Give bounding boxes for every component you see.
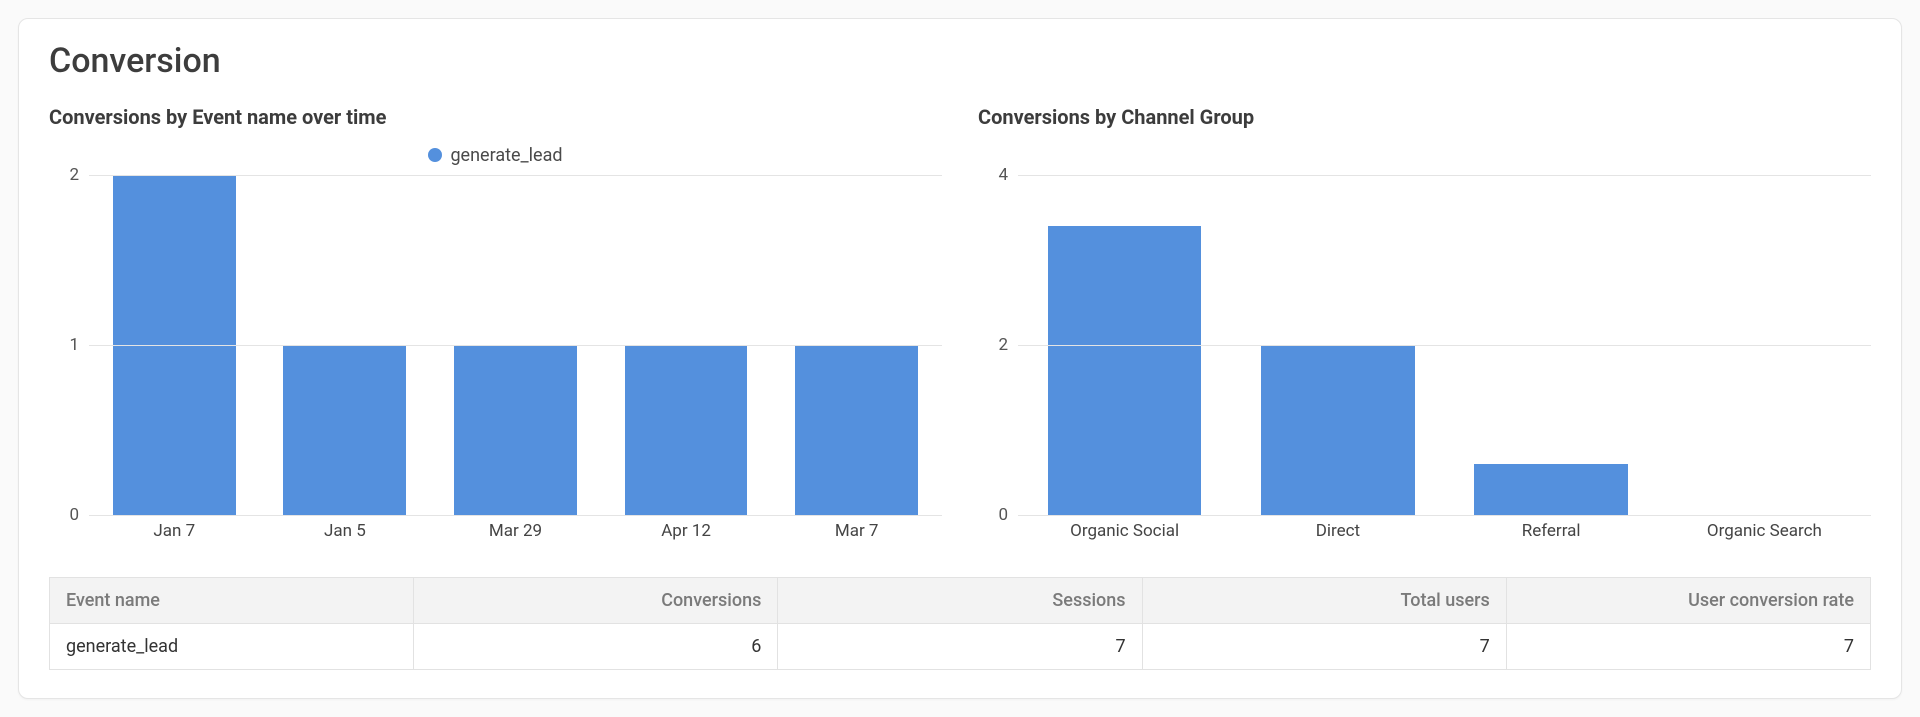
y-axis: 012 (49, 175, 89, 515)
bar (795, 345, 918, 515)
card-title: Conversion (49, 41, 1871, 81)
x-tick-label: Jan 5 (260, 521, 431, 541)
x-tick-label: Direct (1231, 521, 1444, 541)
y-tick-label: 1 (49, 335, 79, 355)
y-tick-label: 0 (49, 505, 79, 525)
cell-conversions: 6 (414, 624, 778, 670)
grid-line (1018, 515, 1871, 516)
chart-panel-channel-group: Conversions by Channel Group 024 Organic… (978, 105, 1871, 541)
chart-plot-area: 024 (978, 175, 1871, 515)
col-total-users: Total users (1142, 578, 1506, 624)
bar (283, 345, 406, 515)
col-sessions: Sessions (778, 578, 1142, 624)
bar (1048, 226, 1202, 515)
cell-user-conv-rate: 7 (1506, 624, 1870, 670)
x-axis: Jan 7Jan 5Mar 29Apr 12Mar 7 (89, 521, 942, 541)
cell-sessions: 7 (778, 624, 1142, 670)
y-tick-label: 2 (49, 165, 79, 185)
cell-total-users: 7 (1142, 624, 1506, 670)
table-row: generate_lead 6 7 7 7 (50, 624, 1871, 670)
legend-label: generate_lead (450, 145, 562, 166)
chart-plot-area: 012 (49, 175, 942, 515)
legend-swatch-icon (428, 148, 442, 162)
chart-title: Conversions by Channel Group (978, 105, 1871, 129)
x-tick-label: Organic Social (1018, 521, 1231, 541)
y-tick-label: 2 (978, 335, 1008, 355)
conversion-table-wrap: Event name Conversions Sessions Total us… (49, 577, 1871, 670)
y-tick-label: 4 (978, 165, 1008, 185)
bar (454, 345, 577, 515)
conversion-card: Conversion Conversions by Event name ove… (18, 18, 1902, 699)
chart-legend: generate_lead (49, 141, 942, 169)
chart-title: Conversions by Event name over time (49, 105, 942, 129)
col-user-conv-rate: User conversion rate (1506, 578, 1870, 624)
conversion-table: Event name Conversions Sessions Total us… (49, 577, 1871, 670)
bar (1261, 345, 1415, 515)
x-tick-label: Organic Search (1658, 521, 1871, 541)
grid-line (89, 345, 942, 346)
y-tick-label: 0 (978, 505, 1008, 525)
legend-spacer (978, 141, 1871, 169)
x-tick-label: Apr 12 (601, 521, 772, 541)
table-header-row: Event name Conversions Sessions Total us… (50, 578, 1871, 624)
plot (1018, 175, 1871, 515)
col-conversions: Conversions (414, 578, 778, 624)
grid-line (1018, 345, 1871, 346)
grid-line (1018, 175, 1871, 176)
charts-row: Conversions by Event name over time gene… (49, 105, 1871, 541)
col-event-name: Event name (50, 578, 414, 624)
x-axis: Organic SocialDirectReferralOrganic Sear… (1018, 521, 1871, 541)
plot (89, 175, 942, 515)
x-tick-label: Mar 7 (771, 521, 942, 541)
chart-panel-event-time: Conversions by Event name over time gene… (49, 105, 942, 541)
grid-line (89, 175, 942, 176)
x-tick-label: Referral (1445, 521, 1658, 541)
x-tick-label: Mar 29 (430, 521, 601, 541)
bar (625, 345, 748, 515)
cell-event-name: generate_lead (50, 624, 414, 670)
x-tick-label: Jan 7 (89, 521, 260, 541)
y-axis: 024 (978, 175, 1018, 515)
bar (1474, 464, 1628, 515)
grid-line (89, 515, 942, 516)
